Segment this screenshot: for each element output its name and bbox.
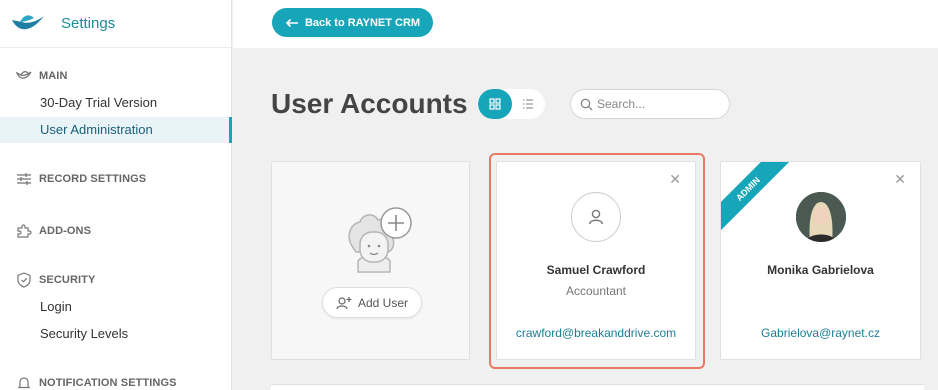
next-row-edge <box>271 384 924 390</box>
page-title: User Accounts <box>271 88 468 119</box>
add-user-button[interactable]: Add User <box>322 287 422 318</box>
app-title: Settings <box>61 15 116 32</box>
add-user-card[interactable]: Add User <box>271 161 470 360</box>
search-box <box>570 89 730 119</box>
list-icon <box>523 99 534 109</box>
close-icon[interactable]: ✕ <box>669 171 681 188</box>
back-button-label: Back to RAYNET CRM <box>304 16 421 29</box>
section-main: MAIN <box>0 68 68 84</box>
arrow-left-icon <box>285 18 298 27</box>
user-email-link[interactable]: crawford@breakanddrive.com <box>497 326 695 340</box>
view-toggle <box>478 89 545 119</box>
user-card[interactable]: ADMIN ✕ Monika Gabrielova Gabrielova@ray… <box>720 161 921 360</box>
user-name: Samuel Crawford <box>546 263 646 277</box>
list-view-button[interactable] <box>512 89 546 119</box>
sidebar-item-login[interactable]: Login <box>0 294 232 320</box>
avatar <box>795 192 846 242</box>
close-icon[interactable]: ✕ <box>894 171 906 188</box>
bell-icon <box>17 377 31 389</box>
section-security-label: SECURITY <box>39 274 96 286</box>
admin-badge: ADMIN <box>721 162 794 235</box>
sidebar: Settings MAIN 30-Day Trial Version User … <box>0 0 232 390</box>
brand: Settings <box>0 0 231 48</box>
user-card[interactable]: ✕ Samuel Crawford Accountant crawford@br… <box>496 161 696 360</box>
raynet-logo-icon <box>12 14 44 29</box>
sidebar-item-user-administration[interactable]: User Administration <box>0 117 232 143</box>
section-main-label: MAIN <box>39 70 68 82</box>
puzzle-icon <box>17 224 32 238</box>
section-record-settings-label: RECORD SETTINGS <box>39 173 147 185</box>
user-photo-icon <box>795 192 846 242</box>
user-icon <box>588 209 604 225</box>
main-content: Back to RAYNET CRM User Accounts Search.… <box>233 0 938 390</box>
add-user-label: Add User <box>357 295 409 310</box>
user-email-link[interactable]: Gabrielova@raynet.cz <box>721 326 920 340</box>
section-addons[interactable]: ADD-ONS <box>0 223 91 239</box>
add-user-illustration-icon <box>348 207 412 273</box>
search-input[interactable] <box>597 97 717 111</box>
sidebar-item-security-levels[interactable]: Security Levels <box>0 321 232 347</box>
section-addons-label: ADD-ONS <box>39 225 92 237</box>
grid-icon <box>489 98 501 110</box>
top-bar: Back to RAYNET CRM <box>233 0 938 48</box>
section-record-settings[interactable]: RECORD SETTINGS <box>0 171 146 187</box>
sliders-icon <box>17 173 31 185</box>
sidebar-item-trial[interactable]: 30-Day Trial Version <box>0 90 232 116</box>
section-security: SECURITY <box>0 272 95 288</box>
raynet-icon <box>16 71 32 79</box>
section-notification-label: NOTIFICATION SETTINGS <box>39 377 177 389</box>
section-notification-settings[interactable]: NOTIFICATION SETTINGS <box>0 375 177 390</box>
user-role: Accountant <box>565 284 627 298</box>
user-plus-icon <box>336 296 352 309</box>
shield-check-icon <box>17 272 31 288</box>
user-name: Monika Gabrielova <box>767 263 874 277</box>
search-icon <box>580 98 593 110</box>
avatar-placeholder <box>571 192 621 242</box>
back-to-crm-button[interactable]: Back to RAYNET CRM <box>272 8 433 37</box>
grid-view-button[interactable] <box>478 89 512 119</box>
